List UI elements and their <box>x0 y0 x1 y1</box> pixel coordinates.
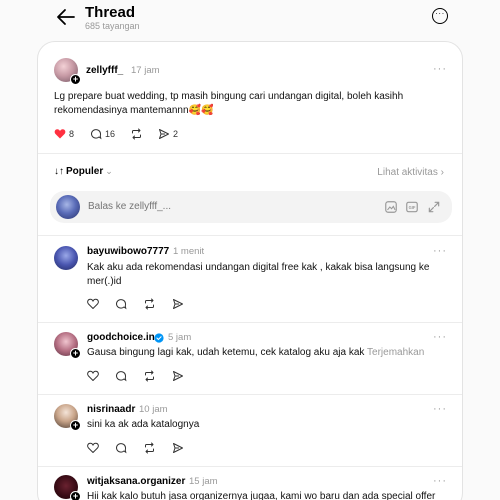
repost-icon <box>145 442 154 454</box>
comment-time: 15 jam <box>189 476 218 487</box>
comment-button[interactable] <box>115 370 127 382</box>
follow-plus-icon[interactable]: + <box>70 348 81 359</box>
heart-outline-icon <box>87 298 99 309</box>
divider <box>38 153 462 154</box>
repost-button[interactable] <box>143 298 156 310</box>
verified-badge-icon <box>154 333 164 343</box>
follow-plus-icon[interactable]: + <box>70 491 81 500</box>
more-options-icon[interactable]: ··· <box>432 8 448 24</box>
comment-more-icon[interactable]: ··· <box>433 245 447 257</box>
comment-time: 10 jam <box>139 404 168 415</box>
like-count: 8 <box>69 128 75 139</box>
comment-text: Kak aku ada rekomendasi undangan digital… <box>87 262 430 287</box>
heart-icon <box>54 129 66 139</box>
reply-box[interactable]: GIF <box>50 191 452 223</box>
comment-count: 16 <box>105 129 116 139</box>
avatar[interactable]: + <box>54 475 81 500</box>
image-icon[interactable] <box>384 200 398 214</box>
divider <box>38 322 462 323</box>
repost-button[interactable] <box>143 442 156 454</box>
comment-icon <box>116 299 127 310</box>
sort-dropdown[interactable]: ↓↑ Populer ⌄ <box>54 166 113 177</box>
gif-icon[interactable]: GIF <box>405 200 419 214</box>
send-icon <box>173 443 183 453</box>
send-icon <box>173 299 183 309</box>
post-text: Lg prepare buat wedding, tp masih bingun… <box>54 91 404 116</box>
comment-button[interactable] <box>115 442 127 454</box>
follow-plus-icon[interactable]: + <box>70 420 81 431</box>
view-count: 685 tayangan <box>85 21 140 31</box>
heart-outline-icon <box>87 370 99 381</box>
repost-icon <box>145 370 154 382</box>
avatar[interactable] <box>54 246 78 270</box>
divider <box>38 394 462 395</box>
post-time: 17 jam <box>131 65 160 76</box>
sort-icon: ↓↑ <box>54 166 64 177</box>
thread-card: + zellyfff_ 17 jam ··· Lg prepare buat w… <box>37 41 463 500</box>
comment-more-icon[interactable]: ··· <box>433 331 447 343</box>
avatar[interactable]: + <box>54 58 81 85</box>
comment-text: sini ka ak ada katalognya <box>87 419 200 430</box>
comment-body: Gausa bingung lagi kak, udah ketemu, cek… <box>87 347 365 358</box>
expand-icon[interactable] <box>427 200 441 214</box>
comment-username[interactable]: nisrinaadr <box>87 404 135 415</box>
chevron-down-icon: ⌄ <box>105 166 113 176</box>
repost-icon <box>132 128 141 140</box>
comment-icon <box>116 371 127 382</box>
share-button[interactable] <box>172 442 184 454</box>
repost-icon <box>145 298 154 310</box>
avatar[interactable]: + <box>54 332 81 359</box>
comment-time: 1 menit <box>173 246 205 257</box>
translate-link[interactable]: Terjemahkan <box>367 347 424 358</box>
like-button[interactable] <box>87 370 99 381</box>
repost-button[interactable] <box>143 370 156 382</box>
send-icon <box>173 371 183 381</box>
comment-icon <box>91 129 102 140</box>
share-button[interactable]: 2 <box>158 128 178 140</box>
like-button[interactable] <box>87 298 99 309</box>
comment-username[interactable]: bayuwibowo7777 <box>87 246 169 257</box>
divider <box>38 235 462 236</box>
comment-button[interactable]: 16 <box>90 128 115 140</box>
comment-icon <box>116 443 127 454</box>
comment-time: 5 jam <box>168 332 192 343</box>
comment-text: Gausa bingung lagi kak, udah ketemu, cek… <box>87 346 457 360</box>
comment-username[interactable]: goodchoice.in <box>87 332 155 343</box>
like-button[interactable] <box>87 442 99 453</box>
heart-outline-icon <box>87 442 99 453</box>
divider <box>38 466 462 467</box>
page-title: Thread <box>85 4 136 21</box>
comment-button[interactable] <box>115 298 127 310</box>
sort-label: Populer <box>66 166 104 177</box>
post-more-icon[interactable]: ··· <box>433 63 447 75</box>
view-activity-link[interactable]: Lihat aktivitas › <box>377 167 444 178</box>
like-button[interactable]: 8 <box>54 128 74 139</box>
share-button[interactable] <box>172 370 184 382</box>
header: Thread 685 tayangan ··· <box>0 0 500 40</box>
back-arrow-icon[interactable] <box>56 8 76 26</box>
avatar <box>56 195 80 219</box>
comment-text: Hii kak kalo butuh jasa organizernya jug… <box>87 491 436 500</box>
svg-text:GIF: GIF <box>409 205 416 210</box>
activity-label: Lihat aktivitas <box>377 167 438 178</box>
avatar[interactable]: + <box>54 404 81 431</box>
comment-username[interactable]: witjaksana.organizer <box>87 476 185 487</box>
repost-button[interactable] <box>130 128 143 140</box>
comment-more-icon[interactable]: ··· <box>433 403 447 415</box>
share-button[interactable] <box>172 298 184 310</box>
post-username[interactable]: zellyfff_ <box>86 65 123 76</box>
send-icon <box>159 129 169 139</box>
reply-input[interactable] <box>88 201 338 212</box>
chevron-right-icon: › <box>440 167 444 178</box>
follow-plus-icon[interactable]: + <box>70 74 81 85</box>
share-count: 2 <box>173 129 179 139</box>
comment-more-icon[interactable]: ··· <box>433 475 447 487</box>
